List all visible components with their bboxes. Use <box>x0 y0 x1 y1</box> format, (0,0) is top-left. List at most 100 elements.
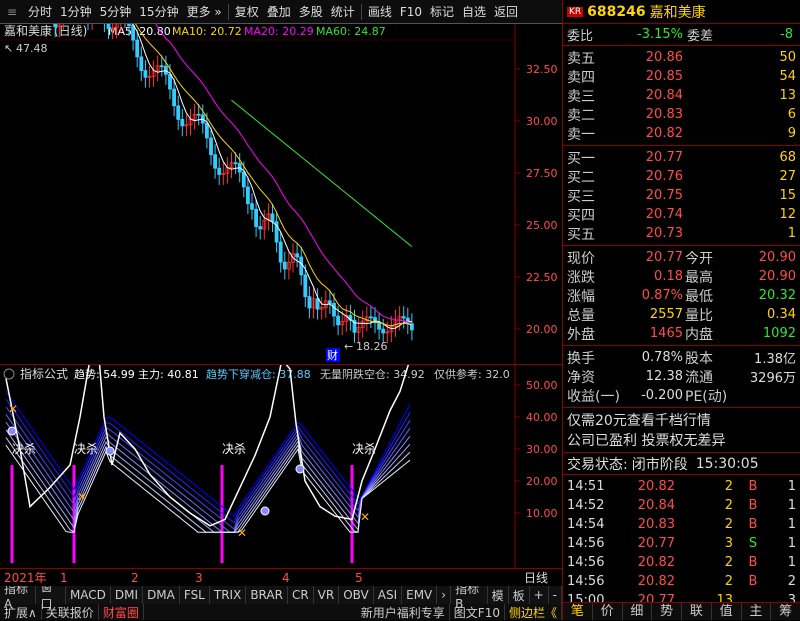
quote-row-3: 总量 2557 量比 0.34 <box>563 305 800 324</box>
quote-label-2: 内盘 <box>685 326 713 343</box>
tab-2[interactable]: MACD <box>66 586 111 604</box>
tab-0[interactable]: 指标A <box>0 582 37 611</box>
tab-10[interactable]: OBV <box>339 586 374 604</box>
reference-value: 仅供参考: 32.0 <box>434 367 510 381</box>
price-tick: 22.50 <box>526 271 558 284</box>
quote-value-2: 20.32 <box>758 288 796 303</box>
tab-9[interactable]: VR <box>314 586 340 604</box>
tick-time: 14:56 <box>567 555 605 570</box>
tab-3[interactable]: DMI <box>111 586 144 604</box>
indicator-svg: 指标公式 趋势: 54.99 主力: 40.81 趋势下穿减仓: 37.88 无… <box>3 344 558 569</box>
toolbar-btn-13[interactable]: 返回 <box>490 1 522 23</box>
tab-right-2[interactable]: 板 <box>509 586 530 604</box>
asks-row-3: 卖二 20.83 6 <box>563 105 800 124</box>
toolbar-btn-8[interactable]: 统计 <box>327 1 359 23</box>
low-arrow-icon: ← <box>344 340 353 353</box>
bid-book: 买一 20.77 68 买二 20.76 27 买三 20.75 15 买四 20.74 12 买五 20… <box>563 146 800 246</box>
bids-row-4: 买五 20.73 1 <box>563 224 800 243</box>
sell-label-1: 决杀 <box>74 441 98 456</box>
asks-price: 20.82 <box>645 126 683 141</box>
tab-7[interactable]: BRAR <box>246 586 288 604</box>
ext-tab-1[interactable]: 关联报价 <box>42 604 99 620</box>
tick-row-1: 14:52 20.84 2 B 1 <box>563 496 800 515</box>
tab-right-3[interactable]: + <box>530 586 549 604</box>
right-tab-0[interactable]: 笔 <box>563 603 593 620</box>
right-tab-3[interactable]: 势 <box>652 603 682 620</box>
toolbar-btn-9[interactable]: 画线 <box>364 1 396 23</box>
toolbar-btn-3[interactable]: 15分钟 <box>135 1 182 23</box>
price-tick: 25.00 <box>526 219 558 232</box>
asks-name: 卖一 <box>567 126 595 143</box>
ext-right-tab-0[interactable]: 新用户福利专享 <box>357 604 450 620</box>
tab-5[interactable]: FSL <box>180 586 210 604</box>
weicha-label: 委差 <box>687 29 714 44</box>
asks-name: 卖四 <box>567 69 595 86</box>
toolbar-btn-11[interactable]: 标记 <box>426 1 458 23</box>
kline-chart[interactable]: 嘉和美康 (日线) MA5: 20.80 MA10: 20.72 MA20: 2… <box>0 0 562 364</box>
right-tab-5[interactable]: 值 <box>712 603 742 620</box>
indicator-tabs: 指标A窗口MACDDMIDMAFSLTRIXBRARCRVROBVASIEMV›… <box>0 580 562 611</box>
asks-price: 20.83 <box>645 107 683 122</box>
ext-right-tab-2[interactable]: 侧边栏《 <box>505 604 562 620</box>
toolbar-btn-7[interactable]: 多股 <box>295 1 327 23</box>
tick-vol: 2 <box>724 574 733 589</box>
toolbar-btn-5[interactable]: 复权 <box>231 1 263 23</box>
volume-drop-value: 无量阴跌空仓: 34.92 <box>320 367 425 381</box>
signal-dot-icon <box>295 464 305 474</box>
top-toolbar: ≡ 分时 1分钟 5分钟 15分钟 更多 » 复权 叠加 多股 统计 画线 F10 标记 自选 返回 <box>0 0 562 24</box>
notice-box[interactable]: 仅需20元查看千档行情 公司已盈利 投票权无差异 <box>563 408 800 453</box>
quote2-value: -0.200 <box>641 388 683 403</box>
tab-right-1[interactable]: 模 <box>488 586 509 604</box>
tab-1[interactable]: 窗口 <box>36 580 66 611</box>
tick-time: 14:54 <box>567 517 605 532</box>
sell-label-0: 决杀 <box>12 441 36 456</box>
fan-lines <box>5 391 411 534</box>
indicator-toggle-icon[interactable] <box>3 368 15 380</box>
ma60-line <box>231 99 413 247</box>
toolbar-items: 分时 1分钟 5分钟 15分钟 更多 » 复权 叠加 多股 统计 画线 F10 标记 自选 返回 <box>24 1 522 23</box>
trend-cross-value: 趋势下穿减仓: 37.88 <box>206 367 311 381</box>
tick-vol: 2 <box>724 479 733 494</box>
tab-right-4[interactable]: - <box>549 586 562 604</box>
toolbar-btn-10[interactable]: F10 <box>396 1 426 23</box>
tab-4[interactable]: DMA <box>143 586 180 604</box>
toolbar-btn-4[interactable]: 更多 » <box>183 1 226 23</box>
ext-right-tab-1[interactable]: 图文F10 <box>450 604 505 620</box>
toolbar-btn-6[interactable]: 叠加 <box>263 1 295 23</box>
right-tab-7[interactable]: 筹 <box>771 603 800 620</box>
tick-side: S <box>748 536 758 551</box>
tick-side: B <box>748 517 758 532</box>
menu-icon[interactable]: ≡ <box>2 2 22 22</box>
tab-11[interactable]: ASI <box>374 586 403 604</box>
tab-6[interactable]: TRIX <box>210 586 247 604</box>
quote-row-1: 涨跌 0.18 最高 20.90 <box>563 267 800 286</box>
quote2-value: 12.38 <box>645 369 683 384</box>
bids-name: 买三 <box>567 188 595 205</box>
toolbar-btn-12[interactable]: 自选 <box>458 1 490 23</box>
quote-label: 外盘 <box>567 326 595 343</box>
tab-right-0[interactable]: 指标B <box>451 582 488 611</box>
toolbar-btn-1[interactable]: 1分钟 <box>56 1 96 23</box>
tab-12[interactable]: EMV <box>402 586 438 604</box>
right-tab-1[interactable]: 价 <box>593 603 623 620</box>
right-tab-6[interactable]: 主 <box>742 603 772 620</box>
ext-tab-0[interactable]: 扩展∧ <box>0 604 42 620</box>
right-tab-2[interactable]: 细 <box>623 603 653 620</box>
period-button[interactable]: 日线 <box>524 569 548 586</box>
indicator-chart[interactable]: 指标公式 趋势: 54.99 主力: 40.81 趋势下穿减仓: 37.88 无… <box>0 344 562 569</box>
quote-value-2: 20.90 <box>758 250 796 265</box>
tick-row-2: 14:54 20.83 2 B 1 <box>563 515 800 534</box>
right-tab-4[interactable]: 联 <box>682 603 712 620</box>
quote-value: 20.77 <box>645 250 683 265</box>
quote-label-2: 最低 <box>685 288 713 305</box>
toolbar-btn-2[interactable]: 5分钟 <box>96 1 136 23</box>
tab-8[interactable]: CR <box>288 586 314 604</box>
stock-title-name: 嘉和美康 <box>649 4 706 21</box>
notice-line-1: 仅需20元查看千档行情 <box>567 413 711 429</box>
toolbar-btn-0[interactable]: 分时 <box>24 1 56 23</box>
tab-scroll-icon[interactable]: › <box>437 586 452 604</box>
ext-tab-2[interactable]: 财富圈 <box>99 604 144 620</box>
trade-status-label: 交易状态: <box>567 456 628 473</box>
quote-value-2: 1092 <box>762 326 796 341</box>
quote-label-2: 今开 <box>685 250 713 267</box>
